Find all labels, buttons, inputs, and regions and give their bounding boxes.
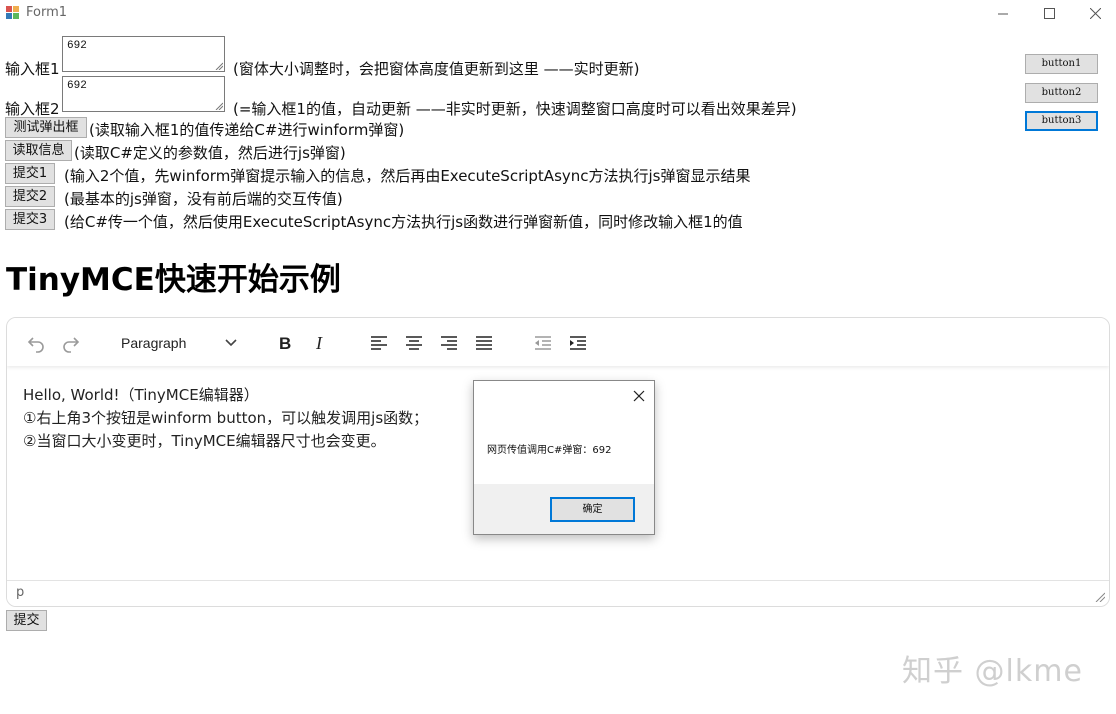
resize-handle-icon[interactable] xyxy=(1095,592,1105,602)
window-title: Form1 xyxy=(26,5,68,20)
message-dialog: 网页传值调用C#弹窗：692 确定 xyxy=(473,380,655,535)
read-info-button[interactable]: 读取信息 xyxy=(5,140,72,161)
close-icon xyxy=(1089,7,1101,19)
content-line: ①右上角3个按钮是winform button，可以触发调用js函数； xyxy=(23,409,429,427)
submit3-button[interactable]: 提交3 xyxy=(5,209,55,230)
input2-value: 692 xyxy=(67,80,87,92)
chevron-down-icon xyxy=(225,339,237,347)
block-format-select[interactable]: Paragraph xyxy=(113,329,243,357)
submit1-note: (输入2个值，先winform弹窗提示输入的信息，然后再由ExecuteScri… xyxy=(64,167,751,185)
submit3-note: (给C#传一个值，然后使用ExecuteScriptAsync方法执行js函数进… xyxy=(64,213,743,231)
input1-label: 输入框1 xyxy=(5,60,60,78)
ok-button[interactable]: 确定 xyxy=(550,497,635,522)
minimize-icon xyxy=(997,13,1008,14)
svg-text:I: I xyxy=(315,333,323,353)
editor-statusbar: p xyxy=(7,580,1109,606)
block-format-value: Paragraph xyxy=(121,335,187,351)
content-line: Hello, World!（TinyMCE编辑器） xyxy=(23,386,259,404)
minimize-button[interactable] xyxy=(980,0,1026,26)
indent-icon[interactable] xyxy=(565,330,591,356)
resize-grip-icon[interactable] xyxy=(215,102,223,110)
close-button[interactable] xyxy=(1072,0,1116,26)
align-left-icon[interactable] xyxy=(366,330,392,356)
align-justify-icon[interactable] xyxy=(471,330,497,356)
close-icon[interactable] xyxy=(632,389,646,403)
content-line: ②当窗口大小变更时，TinyMCE编辑器尺寸也会变更。 xyxy=(23,432,386,450)
title-bar[interactable]: Form1 xyxy=(0,0,1116,26)
submit-button[interactable]: 提交 xyxy=(6,610,47,631)
test-popup-button[interactable]: 测试弹出框 xyxy=(5,117,87,138)
dialog-message: 网页传值调用C#弹窗：692 xyxy=(487,445,612,456)
input2-label: 输入框2 xyxy=(5,100,60,118)
bold-icon[interactable]: B xyxy=(272,330,298,356)
button2[interactable]: button2 xyxy=(1025,83,1098,103)
italic-icon[interactable]: I xyxy=(307,330,333,356)
outdent-icon[interactable] xyxy=(530,330,556,356)
application-window: Form1 输入框1 692 (窗体大小调整时，会把窗体高度值更新到这里 ——实… xyxy=(0,0,1116,714)
input1-textbox[interactable]: 692 xyxy=(62,36,225,72)
button1[interactable]: button1 xyxy=(1025,54,1098,74)
button3[interactable]: button3 xyxy=(1025,111,1098,131)
input1-note: (窗体大小调整时，会把窗体高度值更新到这里 ——实时更新) xyxy=(233,60,640,78)
input2-textbox[interactable]: 692 xyxy=(62,76,225,112)
test-popup-note: (读取输入框1的值传递给C#进行winform弹窗) xyxy=(89,121,405,139)
align-right-icon[interactable] xyxy=(436,330,462,356)
redo-icon[interactable] xyxy=(58,330,84,356)
submit2-button[interactable]: 提交2 xyxy=(5,186,55,207)
input2-note: (=输入框1的值，自动更新 ——非实时更新，快速调整窗口高度时可以看出效果差异) xyxy=(233,100,797,118)
undo-icon[interactable] xyxy=(23,330,49,356)
editor-toolbar: Paragraph B I xyxy=(7,318,1109,366)
read-info-note: (读取C#定义的参数值，然后进行js弹窗) xyxy=(74,144,346,162)
submit1-button[interactable]: 提交1 xyxy=(5,163,55,184)
resize-grip-icon[interactable] xyxy=(215,62,223,70)
align-center-icon[interactable] xyxy=(401,330,427,356)
input1-value: 692 xyxy=(67,40,87,52)
editor-content[interactable]: Hello, World!（TinyMCE编辑器） ①右上角3个按钮是winfo… xyxy=(23,384,428,453)
dialog-footer: 确定 xyxy=(474,484,654,534)
watermark: 知乎 @lkme xyxy=(902,654,1083,689)
maximize-button[interactable] xyxy=(1026,0,1072,26)
element-path[interactable]: p xyxy=(16,585,24,600)
svg-text:B: B xyxy=(279,334,291,353)
page-heading: TinyMCE快速开始示例 xyxy=(6,262,341,298)
app-icon xyxy=(6,6,19,19)
maximize-icon xyxy=(1043,7,1055,19)
submit2-note: (最基本的js弹窗，没有前后端的交互传值) xyxy=(64,190,343,208)
